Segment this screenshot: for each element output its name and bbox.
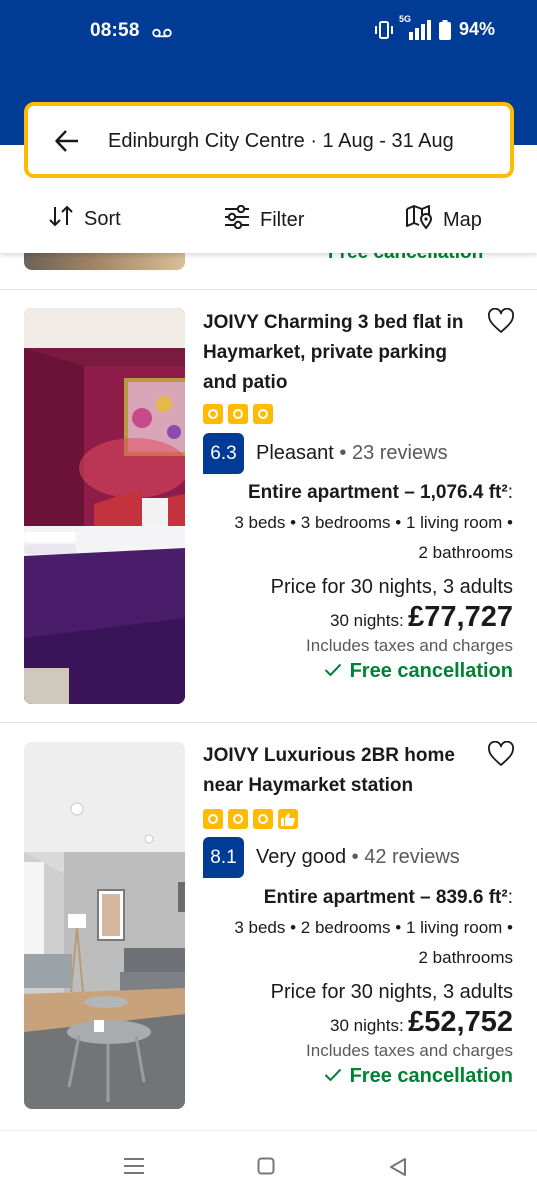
price-for-label: Price for 30 nights, 3 adults [270, 576, 513, 598]
price-nights-label: 30 nights: [329, 611, 404, 630]
status-bar: 08:58 5G 94% [0, 0, 537, 62]
price-amount: £77,727 [408, 601, 513, 633]
voicemail-icon [152, 25, 172, 43]
search-summary-bar[interactable]: Edinburgh City Centre · 1 Aug - 31 Aug [24, 102, 514, 178]
back-arrow-icon[interactable] [54, 128, 80, 159]
status-time: 08:58 [90, 20, 140, 41]
app-screen: 08:58 5G 94% Edinburgh City Centre · 1 A… [0, 0, 537, 1200]
listing-details: Entire apartment – 839.6 ft²: 3 beds • 2… [193, 887, 513, 1088]
review-separator: • [346, 846, 365, 868]
previous-listing-photo[interactable] [24, 253, 185, 270]
free-cancellation-row: Free cancellation [193, 660, 513, 683]
taxes-note: Includes taxes and charges [306, 1041, 513, 1060]
star-icon [228, 404, 248, 424]
home-icon[interactable] [257, 1157, 275, 1180]
review-score-summary: Very good • 42 reviews [256, 846, 460, 869]
thumbs-up-icon [278, 809, 298, 829]
star-rating [203, 809, 298, 829]
beds-line-2: 2 bathrooms [418, 543, 514, 562]
price-nights-label: 30 nights: [329, 1016, 404, 1035]
battery-percent: 94% [458, 19, 495, 39]
price-line: 30 nights: £77,727 [193, 601, 513, 634]
price-amount: £52,752 [408, 1006, 513, 1038]
review-score-summary: Pleasant • 23 reviews [256, 442, 448, 465]
map-button[interactable]: Map [405, 205, 482, 235]
vibrate-icon [373, 20, 395, 40]
battery-icon [438, 19, 451, 40]
filter-icon [224, 204, 250, 235]
review-separator: • [333, 442, 352, 464]
map-label: Map [443, 208, 482, 231]
review-score-badge: 8.1 [203, 837, 244, 878]
review-score-word: Pleasant [256, 442, 334, 464]
heart-icon[interactable] [487, 307, 515, 339]
map-icon [405, 205, 433, 235]
apartment-type-text: Entire apartment – 1,076.4 ft² [247, 482, 508, 503]
check-icon [324, 660, 342, 683]
price-line: 30 nights: £52,752 [193, 1006, 513, 1039]
star-icon [253, 404, 273, 424]
listing-card[interactable]: JOIVY Charming 3 bed flat in Haymarket, … [0, 290, 537, 722]
sort-button[interactable]: Sort [48, 205, 121, 233]
review-count: 23 reviews [351, 442, 448, 464]
apartment-type: Entire apartment – 1,076.4 ft²: [247, 482, 513, 503]
star-icon [203, 404, 223, 424]
sort-label: Sort [84, 207, 121, 230]
taxes-note: Includes taxes and charges [306, 636, 513, 655]
price-for-label: Price for 30 nights, 3 adults [270, 981, 513, 1003]
filter-label: Filter [260, 208, 305, 231]
beds-line-1: 3 beds • 3 bedrooms • 1 living room • [234, 513, 513, 532]
network-type-label: 5G [398, 13, 411, 24]
sort-icon [48, 205, 74, 233]
star-icon [203, 809, 223, 829]
back-icon[interactable] [388, 1157, 408, 1182]
listing-title[interactable]: JOIVY Charming 3 bed flat in Haymarket, … [203, 308, 483, 398]
review-score-badge: 6.3 [203, 433, 244, 474]
check-icon [324, 1065, 342, 1088]
free-cancellation-label: Free cancellation [349, 660, 513, 682]
star-icon [228, 809, 248, 829]
free-cancellation: Free cancellation [324, 1065, 513, 1088]
listing-photo[interactable] [24, 742, 185, 1109]
recent-apps-icon[interactable] [123, 1157, 145, 1180]
listing-title[interactable]: JOIVY Luxurious 2BR home near Haymarket … [203, 741, 483, 801]
apartment-type: Entire apartment – 839.6 ft²: [263, 887, 513, 908]
system-navigation-bar [0, 1130, 537, 1200]
search-summary-text[interactable]: Edinburgh City Centre · 1 Aug - 31 Aug [108, 130, 454, 153]
filter-button[interactable]: Filter [224, 204, 305, 235]
listing-card[interactable]: JOIVY Luxurious 2BR home near Haymarket … [0, 723, 537, 1127]
star-icon [253, 809, 273, 829]
listing-photo[interactable] [24, 308, 185, 704]
free-cancellation: Free cancellation [324, 660, 513, 683]
review-score-row: 6.3 Pleasant • 23 reviews [203, 433, 448, 474]
status-icons: 5G 94% [373, 14, 495, 40]
signal-icon: 5G [399, 14, 431, 40]
free-cancellation-row: Free cancellation [193, 1065, 513, 1088]
beds-line-1: 3 beds • 2 bedrooms • 1 living room • [234, 918, 513, 937]
beds-line-2: 2 bathrooms [418, 948, 514, 967]
free-cancellation-label: Free cancellation [349, 1065, 513, 1087]
review-count: 42 reviews [364, 846, 460, 868]
heart-icon[interactable] [487, 740, 515, 772]
review-score-row: 8.1 Very good • 42 reviews [203, 837, 460, 878]
star-rating [203, 404, 273, 424]
apartment-type-text: Entire apartment – 839.6 ft² [263, 887, 508, 908]
listing-details: Entire apartment – 1,076.4 ft²: 3 beds •… [193, 482, 513, 683]
results-toolbar: Sort Filter Map [0, 185, 537, 253]
review-score-word: Very good [256, 846, 347, 868]
